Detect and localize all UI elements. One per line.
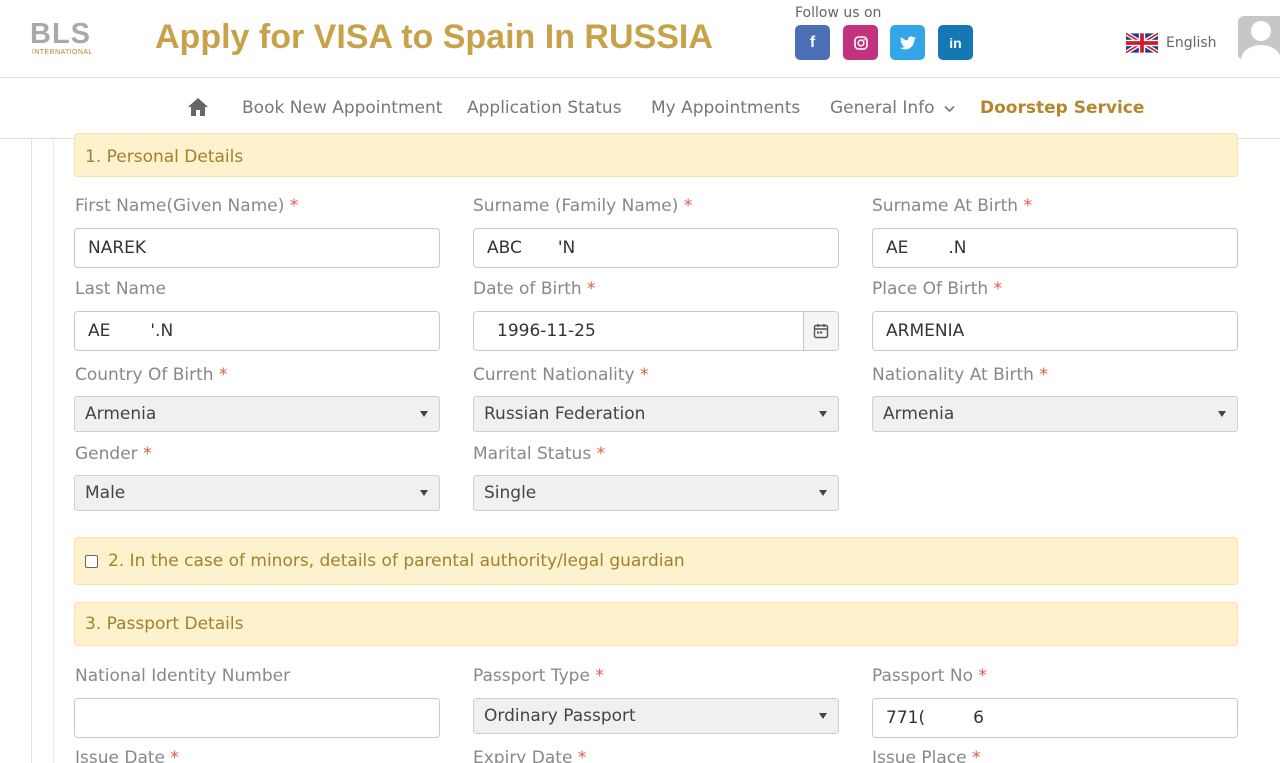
nav-book-new-appointment[interactable]: Book New Appointment <box>242 98 442 118</box>
surname-at-birth-label: Surname At Birth * <box>872 196 1032 216</box>
last-name-input[interactable]: AE '.N <box>74 311 440 351</box>
redacted-mark <box>908 239 949 257</box>
nav-application-status[interactable]: Application Status <box>467 98 622 118</box>
redacted-mark <box>925 709 974 727</box>
date-of-birth-label: Date of Birth * <box>473 279 596 299</box>
twitter-icon <box>899 35 916 49</box>
dropdown-caret-icon <box>420 490 428 496</box>
marital-status-select[interactable]: Single <box>473 475 839 511</box>
twitter-button[interactable] <box>890 25 925 60</box>
follow-us-text: Follow us on <box>795 5 882 21</box>
home-icon[interactable] <box>188 98 208 116</box>
section-minors-title: 2. In the case of minors, details of par… <box>108 551 685 571</box>
calendar-button[interactable] <box>803 312 838 350</box>
surname-input[interactable]: ABC 'N <box>473 228 839 268</box>
nav-general-info[interactable]: General Info <box>830 98 955 118</box>
country-of-birth-select[interactable]: Armenia <box>74 396 440 432</box>
national-identity-number-label: National Identity Number <box>75 666 291 686</box>
dropdown-caret-icon <box>819 411 827 417</box>
nav-doorstep-service[interactable]: Doorstep Service <box>980 98 1144 118</box>
expiry-date-label: Expiry Date * <box>473 748 587 763</box>
issue-date-label: Issue Date * <box>75 748 179 763</box>
dropdown-caret-icon <box>420 411 428 417</box>
user-icon <box>1241 21 1280 60</box>
last-name-label: Last Name <box>75 279 166 299</box>
passport-type-label: Passport Type * <box>473 666 604 686</box>
linkedin-icon: in <box>949 34 962 51</box>
first-name-input[interactable]: NAREK <box>74 228 440 268</box>
dropdown-caret-icon <box>819 490 827 496</box>
issue-place-label: Issue Place * <box>872 748 981 763</box>
surname-label: Surname (Family Name) * <box>473 196 693 216</box>
logo-main-text: BLS <box>30 18 91 50</box>
main-nav: Book New Appointment Application Status … <box>0 79 1280 139</box>
section-minors: 2. In the case of minors, details of par… <box>74 537 1238 585</box>
redacted-mark <box>521 239 558 257</box>
country-of-birth-label: Country Of Birth * <box>75 365 228 385</box>
section-passport-title: 3. Passport Details <box>85 614 244 634</box>
uk-flag-icon <box>1126 33 1158 53</box>
facebook-button[interactable]: f <box>795 25 830 60</box>
marital-status-label: Marital Status * <box>473 444 606 464</box>
site-header: BLS INTERNATIONAL Apply for VISA to Spai… <box>0 0 1280 78</box>
page-title: Apply for VISA to Spain In RUSSIA <box>155 18 713 56</box>
gender-label: Gender * <box>75 444 152 464</box>
section-personal-title: 1. Personal Details <box>85 147 244 167</box>
first-name-label: First Name(Given Name) * <box>75 196 299 216</box>
language-selector[interactable]: English <box>1126 33 1217 53</box>
logo-sub-text: INTERNATIONAL <box>32 49 93 56</box>
nationality-at-birth-select[interactable]: Armenia <box>872 396 1238 432</box>
nav-general-info-label: General Info <box>830 98 935 118</box>
place-of-birth-label: Place Of Birth * <box>872 279 1003 299</box>
date-of-birth-value: 1996-11-25 <box>497 321 596 341</box>
calendar-icon <box>813 324 829 339</box>
surname-at-birth-input[interactable]: AE .N <box>872 228 1238 268</box>
instagram-button[interactable] <box>843 25 878 60</box>
passport-type-select[interactable]: Ordinary Passport <box>473 698 839 734</box>
section-personal-details: 1. Personal Details <box>74 133 1238 177</box>
national-identity-number-input[interactable] <box>74 698 440 738</box>
language-label: English <box>1166 35 1217 51</box>
linkedin-button[interactable]: in <box>938 25 973 60</box>
gender-select[interactable]: Male <box>74 475 440 511</box>
nationality-at-birth-label: Nationality At Birth * <box>872 365 1048 385</box>
date-of-birth-input[interactable]: 1996-11-25 <box>473 311 839 351</box>
facebook-icon: f <box>809 33 816 51</box>
redacted-mark <box>110 322 151 340</box>
minors-checkbox[interactable] <box>85 554 98 568</box>
instagram-icon <box>853 35 868 50</box>
current-nationality-label: Current Nationality * <box>473 365 649 385</box>
passport-no-label: Passport No * <box>872 666 987 686</box>
dropdown-caret-icon <box>1218 411 1226 417</box>
place-of-birth-input[interactable]: ARMENIA <box>872 311 1238 351</box>
current-nationality-select[interactable]: Russian Federation <box>473 396 839 432</box>
bls-logo[interactable]: BLS INTERNATIONAL <box>30 20 96 58</box>
user-avatar[interactable] <box>1238 16 1280 60</box>
passport-no-input[interactable]: 771(6 <box>872 698 1238 738</box>
section-passport-details: 3. Passport Details <box>74 602 1238 646</box>
nav-my-appointments[interactable]: My Appointments <box>651 98 800 118</box>
chevron-down-icon <box>944 105 955 113</box>
dropdown-caret-icon <box>819 713 827 719</box>
